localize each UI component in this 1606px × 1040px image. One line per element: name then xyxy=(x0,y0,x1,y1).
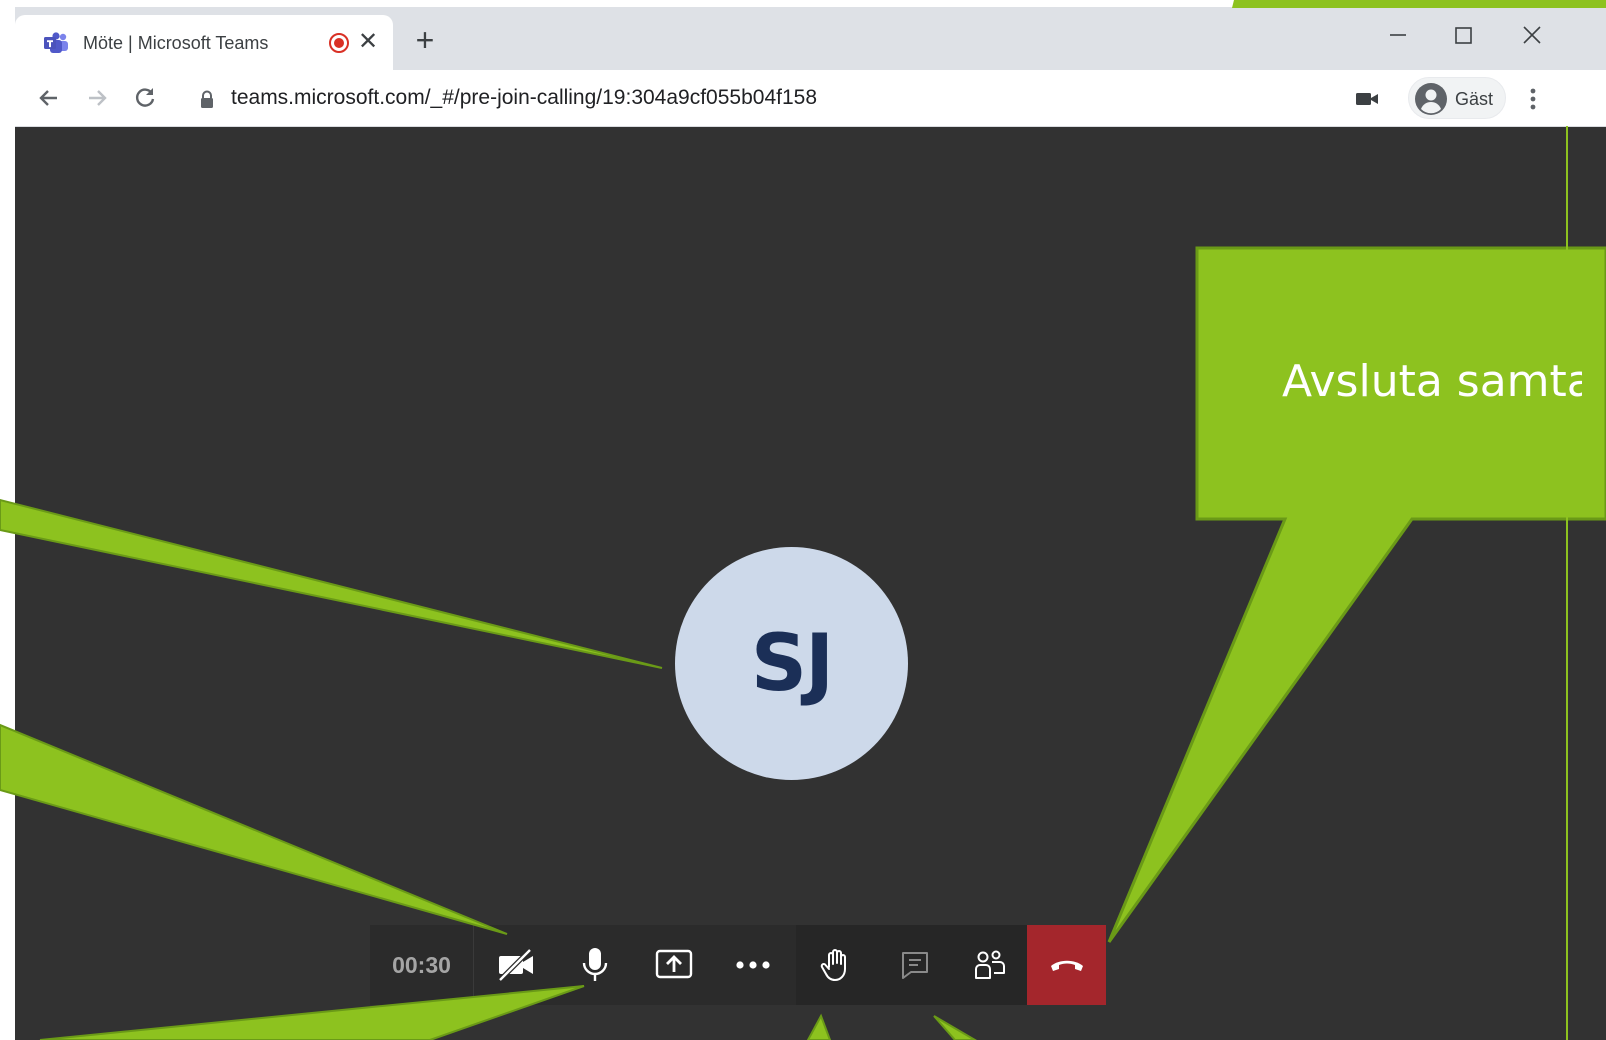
participant-avatar: SJ xyxy=(675,547,908,780)
share-screen-button[interactable] xyxy=(634,925,713,1005)
forward-icon xyxy=(89,90,107,106)
browser-titlebar: Möte | Microsoft Teams ✕ + xyxy=(15,7,1606,70)
teams-favicon-icon xyxy=(44,32,68,53)
back-button[interactable] xyxy=(33,82,65,114)
forward-button[interactable] xyxy=(81,82,113,114)
chat-icon xyxy=(901,952,928,979)
minimize-icon[interactable] xyxy=(1378,15,1418,55)
browser-tab[interactable]: Möte | Microsoft Teams ✕ xyxy=(15,15,393,70)
reload-icon xyxy=(135,88,155,107)
microphone-icon xyxy=(582,948,607,981)
more-actions-button[interactable] xyxy=(713,925,792,1005)
profile-button[interactable]: Gäst xyxy=(1408,77,1506,119)
profile-name: Gäst xyxy=(1455,89,1494,109)
profile-avatar-icon xyxy=(1415,83,1447,115)
hand-icon xyxy=(820,949,846,981)
maximize-icon[interactable] xyxy=(1443,15,1483,55)
browser-toolbar: teams.microsoft.com/_#/pre-join-calling/… xyxy=(15,70,1606,127)
share-screen-icon xyxy=(655,949,692,979)
plus-icon[interactable]: + xyxy=(411,24,439,56)
address-bar[interactable]: teams.microsoft.com/_#/pre-join-calling/… xyxy=(231,86,817,110)
call-control-bar: 00:30 xyxy=(370,925,1106,1005)
participants-button[interactable] xyxy=(952,925,1027,1005)
camera-off-icon xyxy=(497,948,533,982)
browser-window: Möte | Microsoft Teams ✕ + teams.microso… xyxy=(15,7,1606,1040)
recording-icon xyxy=(329,33,349,53)
participant-initials: SJ xyxy=(750,618,834,709)
hang-up-button[interactable] xyxy=(1027,925,1106,1005)
reload-button[interactable] xyxy=(129,82,161,114)
raise-hand-button[interactable] xyxy=(796,925,875,1005)
meeting-stage: SJ 00:30 xyxy=(15,127,1606,1040)
more-icon xyxy=(735,961,770,969)
camera-toggle-button[interactable] xyxy=(476,925,555,1005)
lock-icon xyxy=(201,90,213,108)
microphone-toggle-button[interactable] xyxy=(555,925,634,1005)
kebab-menu-icon[interactable] xyxy=(1521,84,1545,114)
participants-icon xyxy=(974,950,1005,979)
call-timer: 00:30 xyxy=(370,925,474,1005)
tab-title: Möte | Microsoft Teams xyxy=(83,33,269,53)
callout-hangup-text: Avsluta samta xyxy=(1282,356,1582,407)
close-icon[interactable]: ✕ xyxy=(357,29,379,55)
hang-up-icon xyxy=(1050,960,1083,971)
close-window-icon[interactable] xyxy=(1512,15,1552,55)
camera-indicator-icon[interactable] xyxy=(1355,90,1379,108)
chat-button[interactable] xyxy=(875,925,954,1005)
window-edge-line xyxy=(1566,126,1568,1040)
back-icon xyxy=(39,90,57,106)
